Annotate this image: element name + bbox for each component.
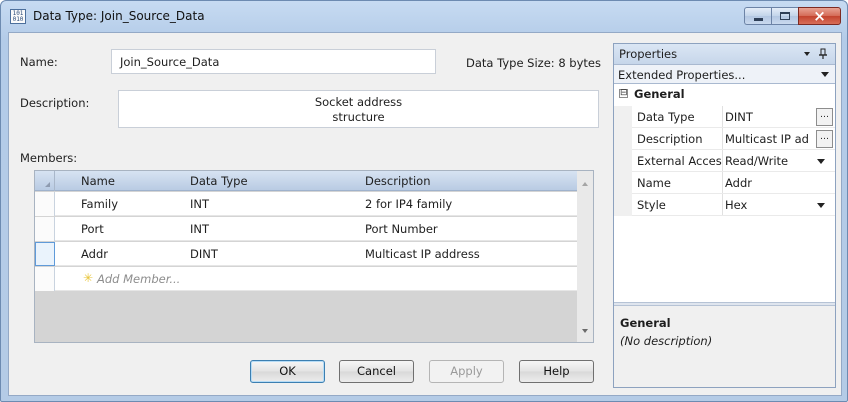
column-header-name[interactable]: Name	[81, 174, 115, 188]
members-grid[interactable]: Name Data Type Description Family INT 2 …	[34, 170, 594, 343]
property-name: External Acces	[637, 154, 722, 168]
row-selector[interactable]	[35, 242, 55, 266]
member-name-cell[interactable]: Port	[81, 222, 104, 236]
chevron-down-icon[interactable]	[817, 159, 825, 164]
scroll-up-icon[interactable]	[582, 182, 588, 186]
panel-menu-icon[interactable]	[804, 52, 810, 56]
pin-icon[interactable]	[818, 48, 828, 60]
ellipsis-button[interactable]: …	[816, 130, 833, 148]
property-row-name[interactable]: Name Addr	[614, 172, 835, 194]
description-line-1: Socket address	[314, 95, 403, 109]
property-name: Data Type	[637, 110, 695, 124]
chevron-down-icon[interactable]	[817, 203, 825, 208]
minimize-button[interactable]	[744, 7, 771, 25]
member-type-cell[interactable]: INT	[190, 197, 209, 211]
member-description-cell[interactable]: Multicast IP address	[365, 247, 480, 261]
table-row[interactable]: Port INT Port Number	[35, 217, 579, 241]
property-row-style[interactable]: Style Hex	[614, 194, 835, 216]
add-member-row[interactable]: ✳ Add Member...	[35, 267, 579, 291]
close-icon: ×	[813, 7, 826, 25]
properties-title: Properties	[619, 47, 678, 61]
data-type-icon: 101 010	[10, 9, 26, 24]
title-bar[interactable]: 101 010 Data Type: Join_Source_Data ×	[1, 1, 847, 31]
section-general-label: General	[634, 87, 685, 101]
add-member-placeholder[interactable]: Add Member...	[97, 272, 180, 286]
close-button[interactable]: ×	[798, 7, 841, 25]
property-grid: ⊟ General Data Type DINT … Description M…	[614, 84, 835, 302]
members-grid-header: Name Data Type Description	[35, 171, 579, 191]
member-name-cell[interactable]: Addr	[81, 247, 108, 261]
property-value[interactable]: DINT	[725, 110, 815, 124]
description-field[interactable]: Socket address structure	[118, 90, 599, 128]
property-category-value: Extended Properties...	[618, 68, 746, 82]
property-value[interactable]: Multicast IP ad	[725, 132, 813, 146]
select-all-corner[interactable]	[35, 171, 55, 191]
table-row[interactable]: Addr DINT Multicast IP address	[35, 242, 579, 266]
column-header-data-type[interactable]: Data Type	[190, 174, 248, 188]
column-header-description[interactable]: Description	[365, 174, 431, 188]
caption-buttons: ×	[744, 7, 841, 25]
member-description-cell[interactable]: 2 for IP4 family	[365, 197, 452, 211]
description-label: Description:	[20, 96, 90, 110]
property-name: Description	[637, 132, 703, 146]
minimize-icon	[753, 18, 763, 21]
scroll-down-icon[interactable]	[582, 329, 588, 333]
chevron-down-icon	[821, 72, 829, 77]
help-description: (No description)	[620, 334, 713, 348]
name-field[interactable]: Join_Source_Data	[111, 49, 436, 74]
property-name: Name	[637, 176, 671, 190]
window-title: Data Type: Join_Source_Data	[33, 9, 205, 23]
members-label: Members:	[20, 151, 78, 165]
property-help-pane: General (No description)	[614, 306, 835, 387]
name-label: Name:	[20, 55, 58, 69]
section-general[interactable]: ⊟ General	[614, 84, 835, 106]
row-selector[interactable]	[35, 267, 55, 291]
row-selector[interactable]	[35, 217, 55, 241]
grid-vertical-scrollbar[interactable]	[577, 171, 593, 342]
member-type-cell[interactable]: INT	[190, 222, 209, 236]
property-row-description[interactable]: Description Multicast IP ad …	[614, 128, 835, 150]
apply-button[interactable]: Apply	[429, 360, 504, 383]
maximize-button[interactable]	[771, 7, 798, 25]
name-field-value: Join_Source_Data	[120, 55, 220, 69]
table-row[interactable]: Family INT 2 for IP4 family	[35, 192, 579, 216]
property-value[interactable]: Addr	[725, 176, 815, 190]
description-line-2: structure	[332, 110, 385, 124]
ok-button[interactable]: OK	[250, 360, 325, 383]
maximize-icon	[780, 12, 790, 20]
property-name: Style	[637, 198, 666, 212]
cancel-button[interactable]: Cancel	[339, 360, 414, 383]
ellipsis-button[interactable]: …	[816, 108, 833, 126]
property-row-data-type[interactable]: Data Type DINT …	[614, 106, 835, 128]
property-value[interactable]: Hex	[725, 198, 815, 212]
collapse-icon[interactable]: ⊟	[619, 89, 628, 98]
help-button[interactable]: Help	[519, 360, 594, 383]
row-selector[interactable]	[35, 192, 55, 216]
properties-header: Properties	[614, 44, 835, 64]
property-value[interactable]: Read/Write	[725, 154, 815, 168]
member-description-cell[interactable]: Port Number	[365, 222, 438, 236]
data-type-size: Data Type Size: 8 bytes	[466, 56, 601, 70]
member-name-cell[interactable]: Family	[81, 197, 118, 211]
properties-panel: Properties Extended Properties... ⊟ Gene…	[613, 43, 836, 388]
dialog-window: 101 010 Data Type: Join_Source_Data × Na…	[0, 0, 848, 402]
property-category-dropdown[interactable]: Extended Properties...	[614, 64, 835, 84]
add-star-icon: ✳	[83, 271, 94, 285]
member-type-cell[interactable]: DINT	[190, 247, 218, 261]
property-row-external-access[interactable]: External Acces Read/Write	[614, 150, 835, 172]
help-title: General	[620, 316, 671, 330]
